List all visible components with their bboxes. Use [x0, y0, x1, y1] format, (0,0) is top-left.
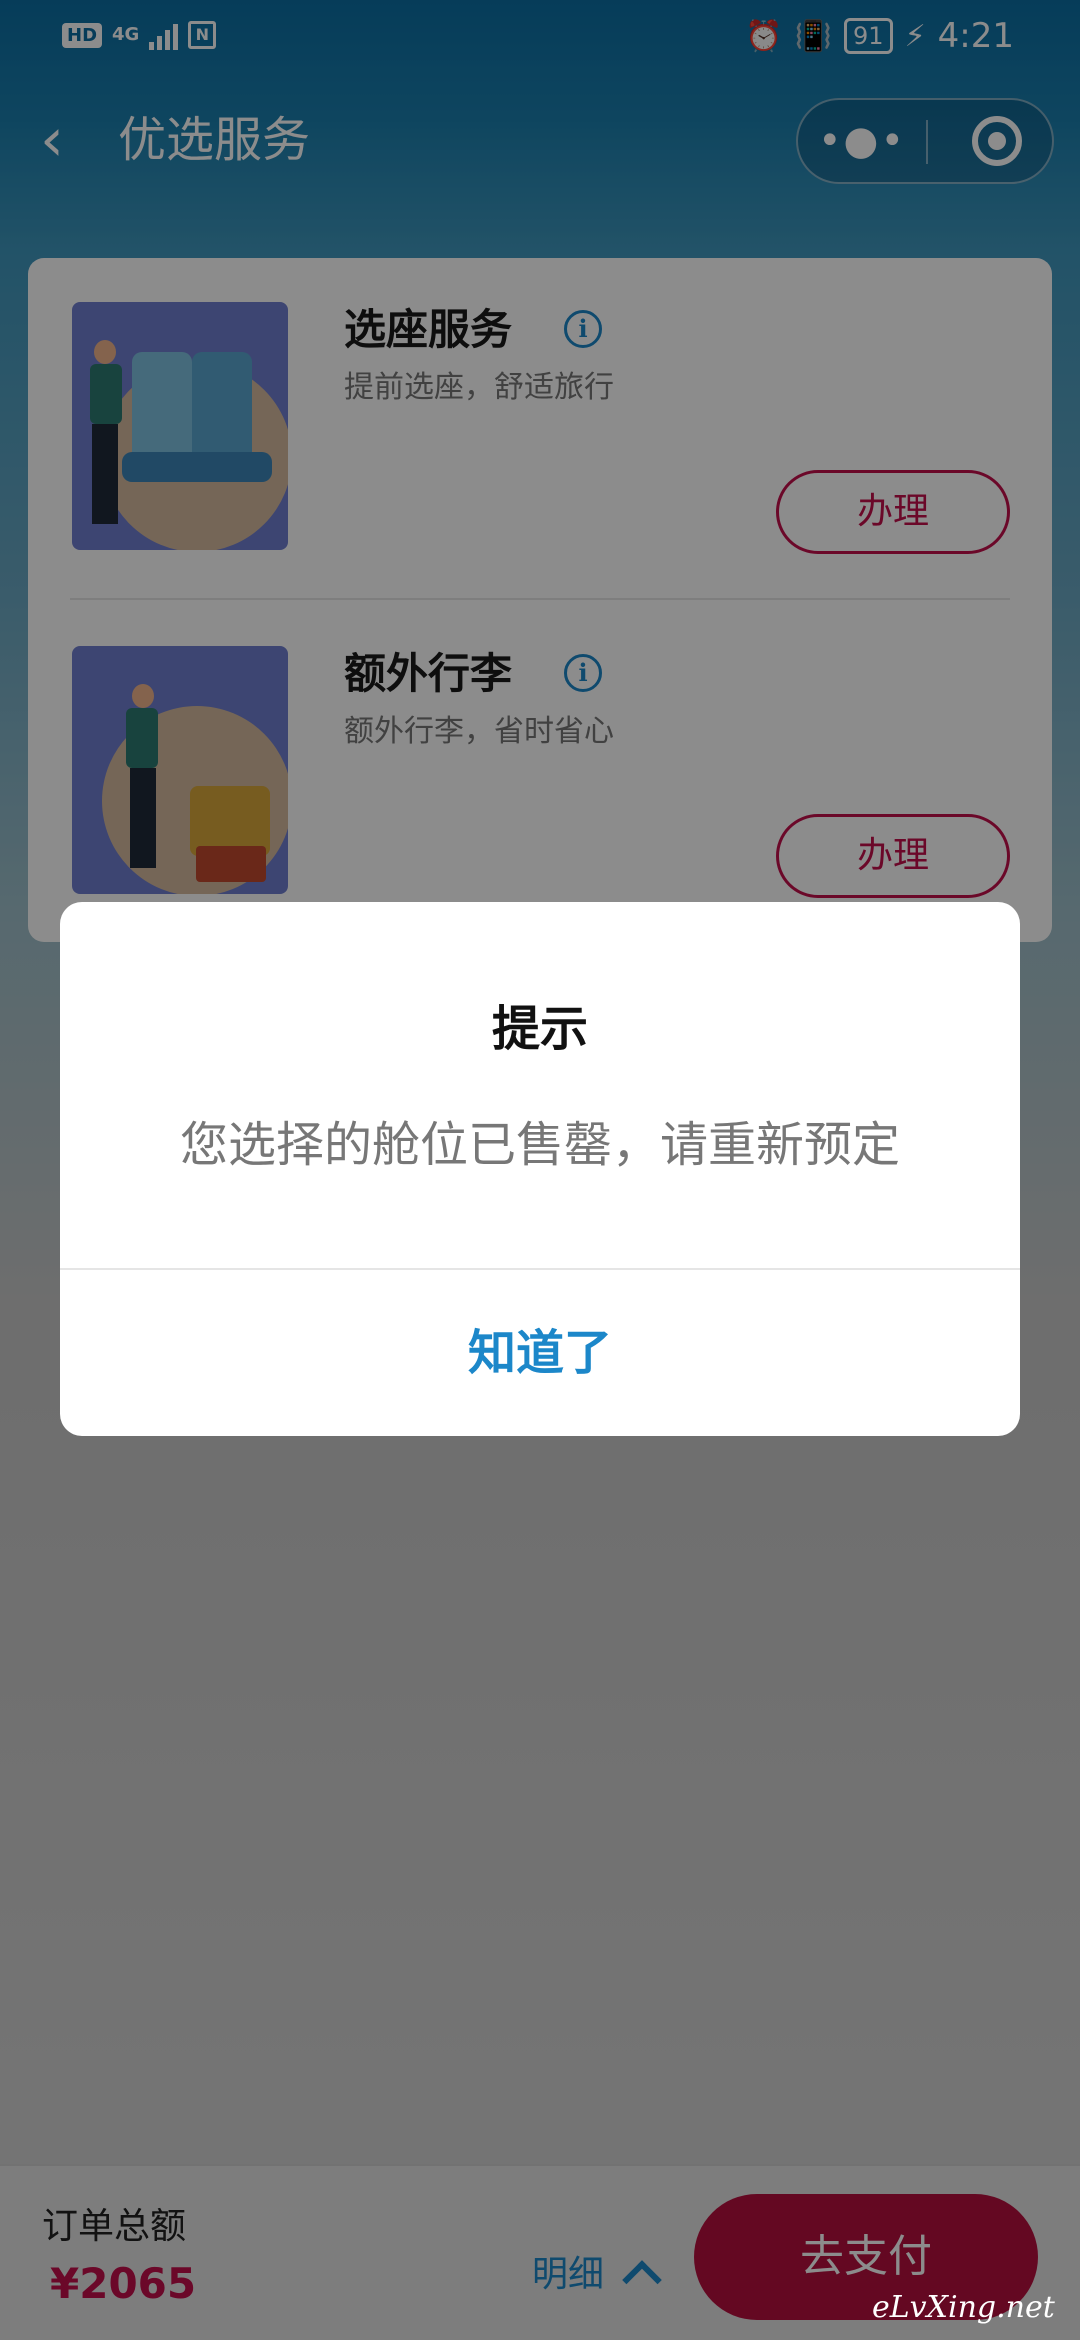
- dialog-title: 提示: [491, 1001, 588, 1057]
- dialog-message: 您选择的舱位已售罄，请重新预定: [179, 1117, 900, 1173]
- watermark: eLvXing.net: [872, 2290, 1055, 2325]
- alert-dialog: 提示 您选择的舱位已售罄，请重新预定 知道了: [60, 902, 1020, 1436]
- confirm-button[interactable]: 知道了: [60, 1270, 1020, 1436]
